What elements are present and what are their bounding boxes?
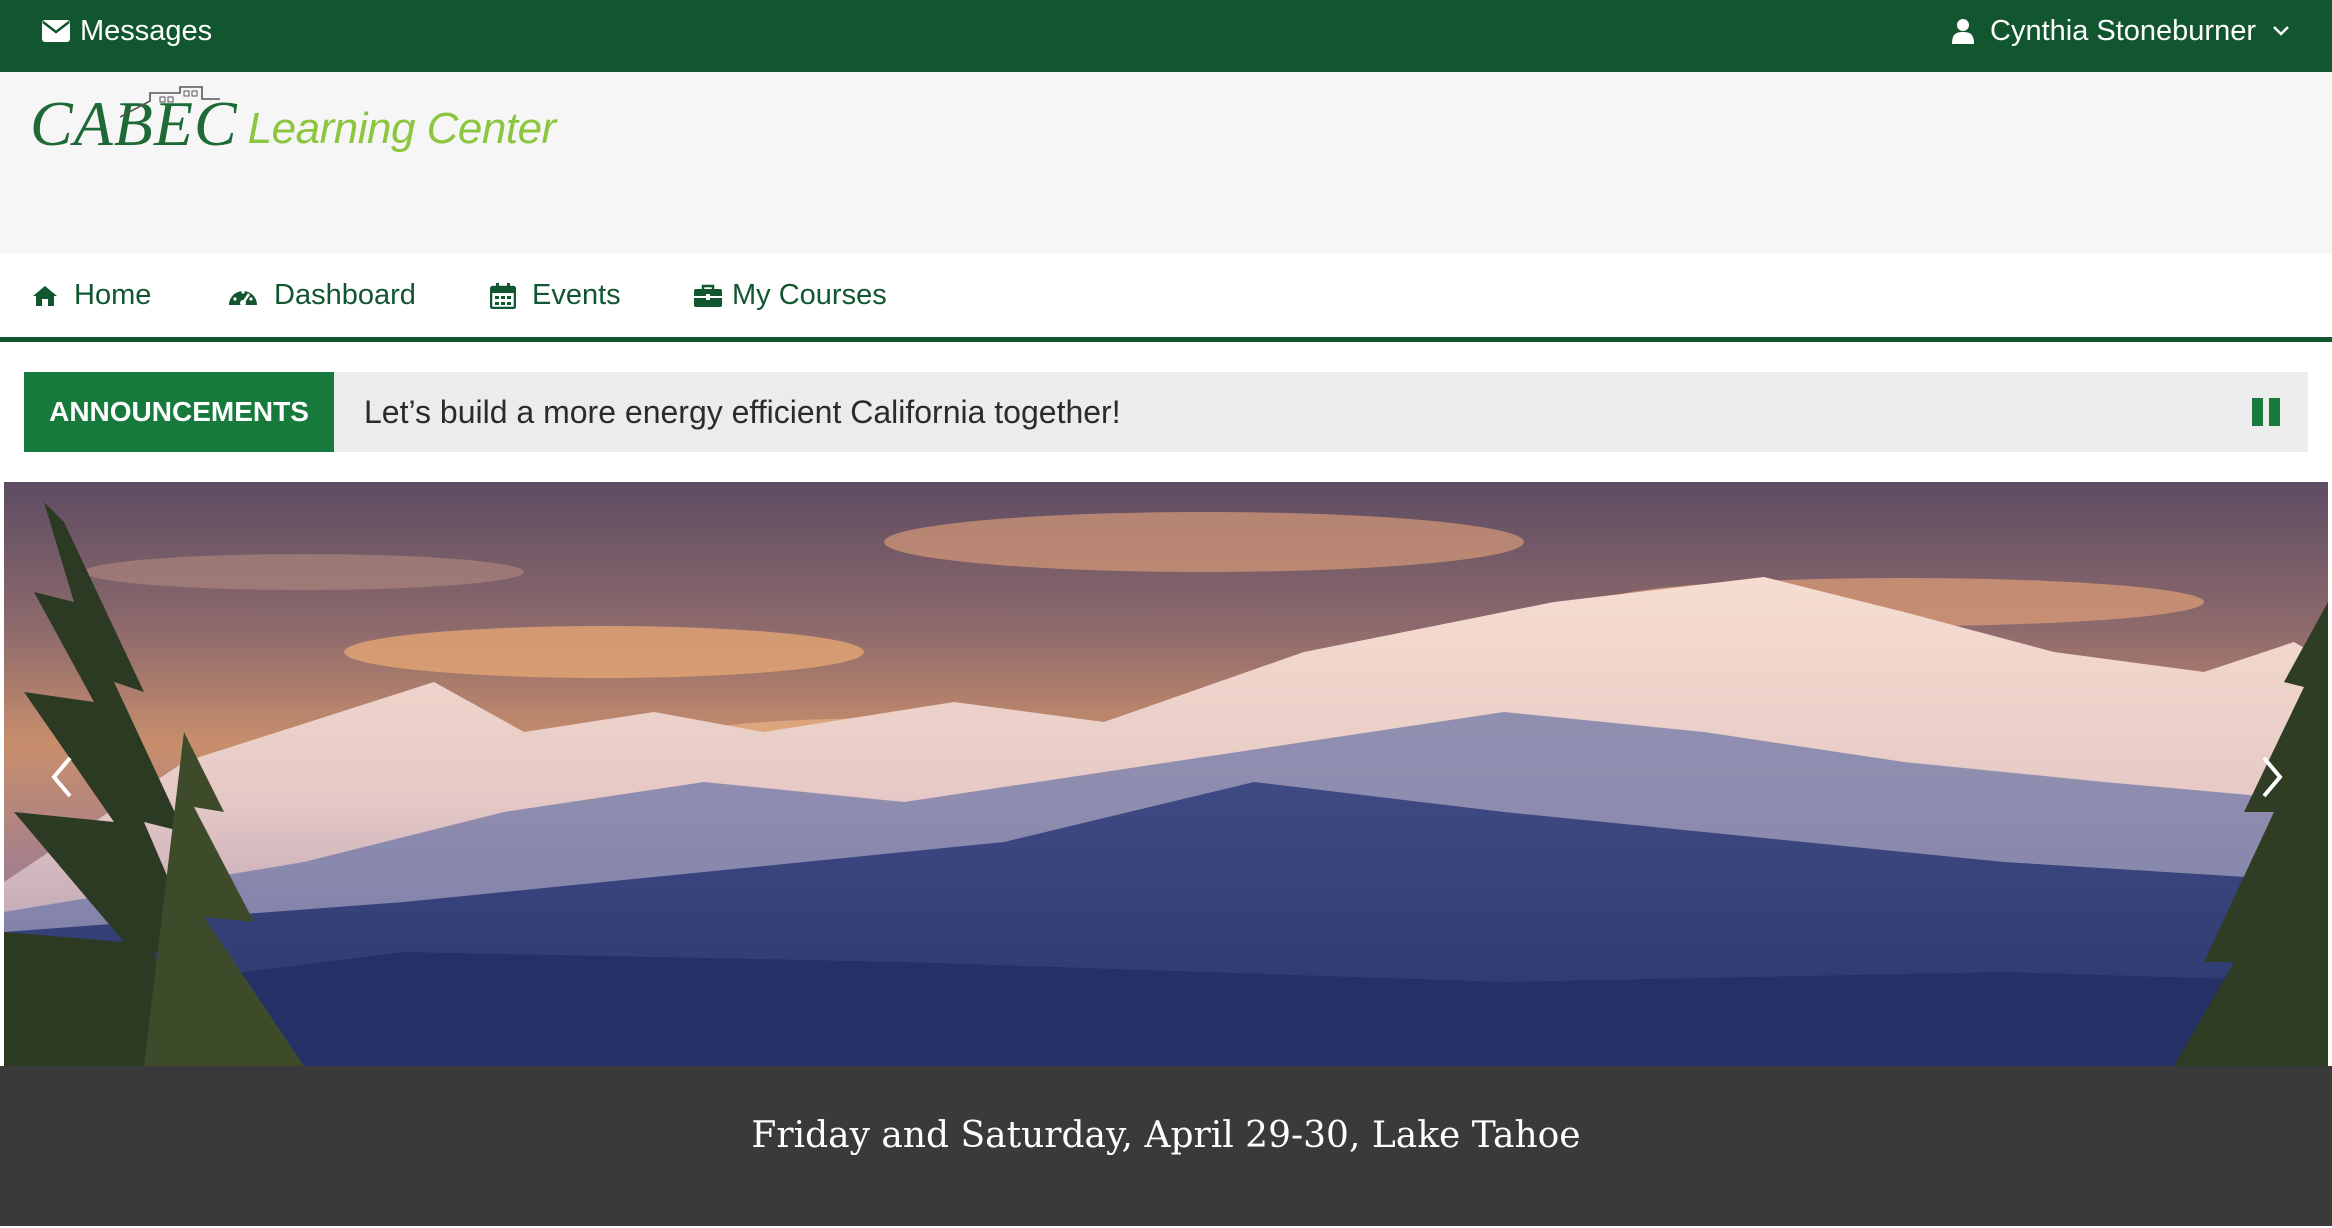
- briefcase-icon: [694, 284, 722, 308]
- announcements-label: ANNOUNCEMENTS: [24, 372, 334, 452]
- messages-label: Messages: [80, 14, 213, 47]
- main-nav: Home Dashboard Events My Courses: [0, 254, 2332, 342]
- building-icon: [119, 66, 220, 130]
- top-bar: Messages Cynthia Stoneburner: [0, 0, 2332, 72]
- nav-label-my-courses: My Courses: [732, 279, 887, 311]
- previous-slide-icon[interactable]: [42, 752, 82, 802]
- envelope-icon: [42, 20, 70, 42]
- nav-label-events: Events: [532, 279, 621, 311]
- user-icon: [1952, 18, 1974, 44]
- nav-label-home: Home: [74, 279, 152, 311]
- nav-label-dashboard: Dashboard: [274, 279, 416, 311]
- next-slide-icon[interactable]: [2252, 752, 2292, 802]
- messages-link[interactable]: Messages: [42, 0, 212, 62]
- nav-item-my-courses[interactable]: My Courses: [694, 254, 887, 337]
- pause-icon[interactable]: [2252, 398, 2280, 426]
- cabec-logo[interactable]: CABEC Learning Center: [30, 86, 557, 156]
- home-icon: [32, 285, 58, 307]
- slide-image: [4, 482, 2328, 1066]
- brand-header: CABEC Learning Center: [0, 72, 2332, 254]
- dashboard-icon: [228, 285, 258, 307]
- slide-caption: Friday and Saturday, April 29-30, Lake T…: [0, 1066, 2332, 1226]
- calendar-icon: [490, 282, 516, 309]
- user-menu[interactable]: Cynthia Stoneburner: [1952, 0, 2290, 62]
- logo-sub-text: Learning Center: [247, 104, 557, 153]
- hero-slider: Friday and Saturday, April 29-30, Lake T…: [0, 482, 2332, 1226]
- user-name: Cynthia Stoneburner: [1990, 14, 2256, 47]
- logo-main-text: CABEC: [30, 86, 238, 156]
- nav-item-events[interactable]: Events: [490, 254, 621, 337]
- announcements-bar: ANNOUNCEMENTS Let’s build a more energy …: [24, 372, 2308, 452]
- chevron-down-icon[interactable]: [2272, 25, 2290, 37]
- nav-item-dashboard[interactable]: Dashboard: [228, 254, 416, 337]
- nav-item-home[interactable]: Home: [32, 254, 151, 337]
- announcement-text[interactable]: Let’s build a more energy efficient Cali…: [364, 372, 1121, 452]
